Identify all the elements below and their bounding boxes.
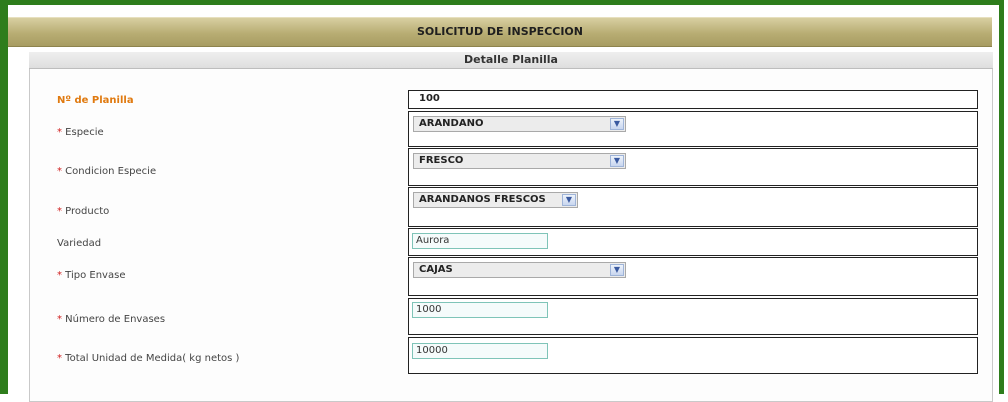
producto-select-value: ARANDANOS FRESCOS (419, 194, 546, 205)
variedad-cell: Aurora (408, 228, 978, 256)
especie-label: * Especie (57, 127, 104, 138)
numero-envases-input[interactable]: 1000 (412, 302, 548, 318)
planilla-cell: 100 (408, 90, 978, 109)
numero-envases-cell: 1000 (408, 298, 978, 335)
condicion-label: * Condicion Especie (57, 166, 157, 177)
variedad-input[interactable]: Aurora (412, 233, 548, 249)
total-unidad-label: * Total Unidad de Medida( kg netos ) (57, 353, 240, 364)
tipo-envase-select[interactable]: CAJAS ▼ (413, 262, 626, 278)
tipo-envase-label: * Tipo Envase (57, 270, 126, 281)
especie-select[interactable]: ARANDANO ▼ (413, 116, 626, 132)
variedad-label: Variedad (57, 238, 102, 249)
tipo-envase-cell: CAJAS ▼ (408, 257, 978, 296)
chevron-down-icon[interactable]: ▼ (610, 118, 624, 130)
producto-cell: ARANDANOS FRESCOS ▼ (408, 187, 978, 227)
condicion-select-value: FRESCO (419, 155, 464, 166)
especie-select-value: ARANDANO (419, 118, 484, 129)
condicion-select[interactable]: FRESCO ▼ (413, 153, 626, 169)
producto-label: * Producto (57, 206, 110, 217)
page-title: SOLICITUD DE INSPECCION (8, 17, 992, 47)
total-unidad-cell: 10000 (408, 337, 978, 374)
section-header: Detalle Planilla (29, 52, 993, 69)
total-unidad-input[interactable]: 10000 (412, 343, 548, 359)
tipo-envase-select-value: CAJAS (419, 264, 453, 275)
especie-cell: ARANDANO ▼ (408, 111, 978, 147)
chevron-down-icon[interactable]: ▼ (610, 264, 624, 276)
numero-envases-label: * Número de Envases (57, 314, 166, 325)
planilla-label: Nº de Planilla (57, 95, 134, 106)
producto-select[interactable]: ARANDANOS FRESCOS ▼ (413, 192, 578, 208)
chevron-down-icon[interactable]: ▼ (610, 155, 624, 167)
chevron-down-icon[interactable]: ▼ (562, 194, 576, 206)
condicion-cell: FRESCO ▼ (408, 148, 978, 186)
planilla-value: 100 (419, 93, 440, 104)
